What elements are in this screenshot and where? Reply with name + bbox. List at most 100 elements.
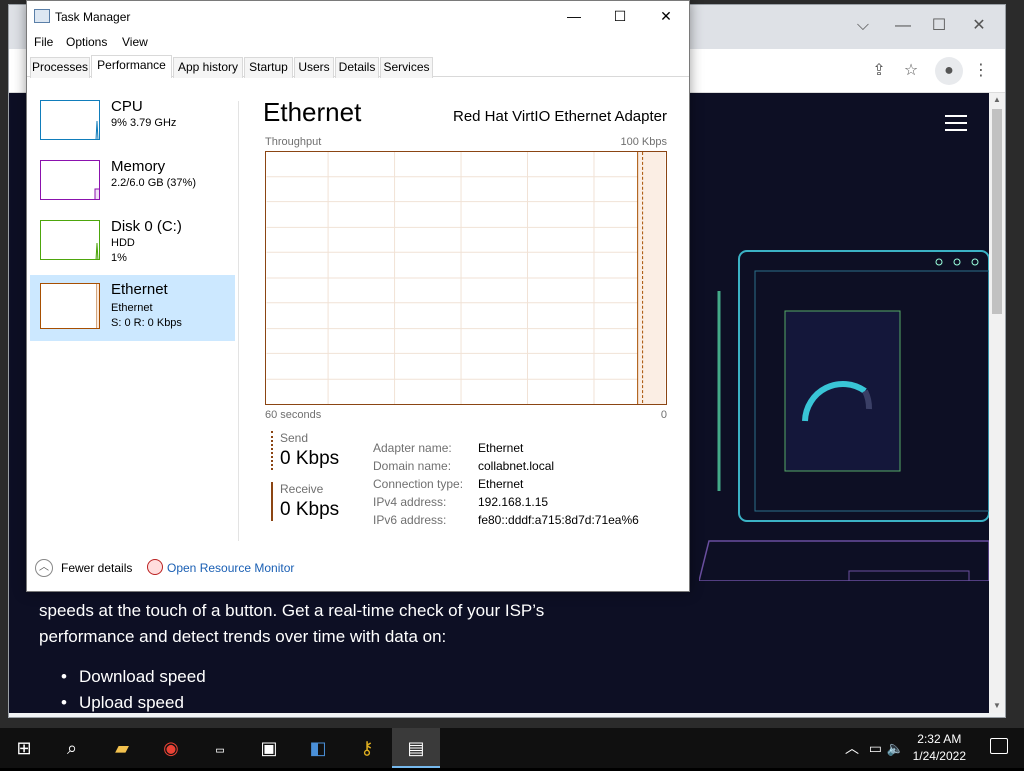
more-menu-icon[interactable]: ⋮	[967, 57, 995, 85]
detail-heading: Ethernet	[263, 97, 362, 127]
laptop-illustration	[699, 250, 989, 581]
sidebar-item-ethernet[interactable]: Ethernet Ethernet S: 0 R: 0 Kbps	[30, 275, 235, 341]
search-icon[interactable]: ⌕	[48, 728, 96, 768]
close-button[interactable]: ✕	[643, 1, 689, 32]
property-value: Ethernet	[478, 441, 524, 455]
receive-stat: Receive 0 Kbps	[271, 482, 339, 521]
fewer-details-button[interactable]: Fewer details	[61, 561, 132, 575]
memory-mini-graph	[40, 160, 100, 200]
chrome-icon[interactable]: ◉	[147, 728, 195, 768]
open-resource-monitor-link[interactable]: Open Resource Monitor	[167, 561, 294, 575]
file-explorer-icon[interactable]: ▰	[98, 728, 146, 768]
tab-details[interactable]: Details	[335, 57, 379, 78]
task-manager-titlebar[interactable]: Task Manager — ☐ ✕	[27, 1, 689, 32]
sidebar-item-value: 2.2/6.0 GB (37%)	[111, 177, 196, 189]
sidebar-item-label: Disk 0 (C:)	[111, 218, 182, 235]
system-clock[interactable]: 2:32 AM 1/24/2022	[913, 731, 966, 765]
menu-bar: File Options View	[27, 32, 689, 54]
property-row: Adapter name: Ethernet	[373, 439, 639, 457]
hamburger-menu-icon[interactable]	[945, 115, 967, 131]
menu-options[interactable]: Options	[66, 35, 107, 49]
task-manager-window: Task Manager — ☐ ✕ File Options View Pro…	[26, 0, 690, 592]
property-value: Ethernet	[478, 477, 524, 491]
sidebar-item-memory[interactable]: Memory 2.2/6.0 GB (37%)	[30, 152, 235, 218]
tab-bar: Processes Performance App history Startu…	[27, 55, 689, 78]
adapter-properties: Adapter name: Ethernet Domain name: collab…	[373, 439, 639, 529]
list-item: Download speed	[39, 664, 639, 690]
property-key: IPv4 address:	[373, 495, 447, 509]
bookmark-star-icon[interactable]: ☆	[897, 57, 925, 85]
network-icon[interactable]: ▣	[245, 728, 293, 768]
adapter-description: Red Hat VirtIO Ethernet Adapter	[452, 108, 667, 125]
disk-mini-graph	[40, 220, 100, 260]
tab-users[interactable]: Users	[294, 57, 334, 78]
volume-muted-icon[interactable]: 🔈	[887, 728, 904, 768]
send-stat: Send 0 Kbps	[271, 431, 339, 470]
throughput-graph	[265, 151, 667, 405]
clock-date: 1/24/2022	[912, 749, 966, 763]
chevron-up-icon[interactable]: ︿	[35, 559, 53, 577]
property-key: IPv6 address:	[373, 513, 447, 527]
menu-view[interactable]: View	[122, 35, 148, 49]
property-row: Domain name: collabnet.local	[373, 457, 639, 475]
scroll-down-icon[interactable]: ▼	[989, 699, 1005, 713]
cpu-mini-graph	[40, 100, 100, 140]
list-item: Upload speed	[39, 690, 639, 713]
performance-sidebar: CPU 9% 3.79 GHz Memory 2.2/6.0 GB (37%) …	[27, 78, 239, 540]
scrollbar-thumb[interactable]	[992, 109, 1002, 314]
receive-value: 0 Kbps	[280, 499, 340, 520]
desktop: ⌵ — ☐ ✕ ⇪ ☆ ● ⋮ speeds at the touch of a…	[0, 0, 1024, 728]
menu-file[interactable]: File	[34, 35, 53, 49]
bullet-list: Download speed Upload speed	[39, 664, 639, 713]
remote-desktop-icon[interactable]: ◧	[294, 728, 342, 768]
property-value: fe80::dddf:a715:8d7d:71ea%6	[478, 513, 639, 527]
sidebar-item-type: Ethernet	[111, 302, 153, 314]
property-key: Adapter name:	[373, 441, 452, 455]
minimize-button[interactable]: —	[883, 11, 923, 41]
graph-label: Throughput	[265, 136, 322, 148]
network-status-icon[interactable]: ▭	[869, 728, 882, 768]
property-key: Connection type:	[373, 477, 464, 491]
notification-icon[interactable]	[990, 738, 1008, 754]
start-button-icon[interactable]: ⊞	[0, 728, 48, 768]
task-manager-icon	[34, 9, 50, 23]
task-manager-icon[interactable]: ▤	[392, 728, 440, 768]
maximize-button[interactable]: ☐	[919, 11, 959, 41]
tab-services[interactable]: Services	[380, 57, 433, 78]
graph-time-label: 60 seconds	[265, 409, 322, 421]
sidebar-item-type: HDD	[111, 237, 135, 249]
page-scrollbar[interactable]: ▲ ▼	[989, 93, 1005, 713]
send-value: 0 Kbps	[280, 448, 340, 469]
taskbar: ⊞ ⌕ ▰ ◉ ▭ ▣ ◧ ⚷ ▤ ︿ ▭ 🔈 2:32 AM 1/24/202…	[0, 728, 1024, 768]
property-value: collabnet.local	[478, 459, 555, 473]
cmd-icon[interactable]: ▭	[196, 728, 244, 768]
sidebar-item-label: Ethernet	[111, 281, 168, 298]
chevron-up-icon[interactable]: ︿	[845, 728, 859, 768]
sidebar-item-value: S: 0 R: 0 Kbps	[111, 317, 182, 329]
receive-label: Receive	[280, 482, 324, 496]
minimize-button[interactable]: —	[551, 1, 597, 32]
maximize-button[interactable]: ☐	[597, 1, 643, 32]
task-manager-footer: ︿ Fewer details Open Resource Monitor	[27, 553, 689, 591]
share-icon[interactable]: ⇪	[865, 57, 893, 85]
tab-performance[interactable]: Performance	[91, 55, 172, 78]
scroll-up-icon[interactable]: ▲	[989, 93, 1005, 107]
sidebar-item-cpu[interactable]: CPU 9% 3.79 GHz	[30, 92, 235, 158]
property-row: IPv4 address: 192.168.1.15	[373, 493, 639, 511]
tab-startup[interactable]: Startup	[244, 57, 293, 78]
close-button[interactable]: ✕	[959, 11, 999, 41]
page-text: speeds at the touch of a button. Get a r…	[39, 601, 545, 646]
chevron-down-icon[interactable]: ⌵	[843, 11, 883, 41]
property-value: 192.168.1.15	[478, 495, 549, 509]
tab-processes[interactable]: Processes	[30, 57, 90, 78]
window-title: Task Manager	[55, 10, 131, 24]
tab-app-history[interactable]: App history	[173, 57, 243, 78]
resource-monitor-icon	[147, 559, 163, 575]
keys-icon[interactable]: ⚷	[343, 728, 391, 768]
profile-avatar-icon[interactable]: ●	[935, 57, 963, 85]
sidebar-item-disk[interactable]: Disk 0 (C:) HDD 1%	[30, 212, 235, 278]
desktop-edge	[0, 30, 8, 130]
sidebar-item-label: Memory	[111, 158, 166, 175]
sidebar-item-value: 1%	[111, 252, 127, 264]
sidebar-item-label: CPU	[111, 98, 143, 115]
